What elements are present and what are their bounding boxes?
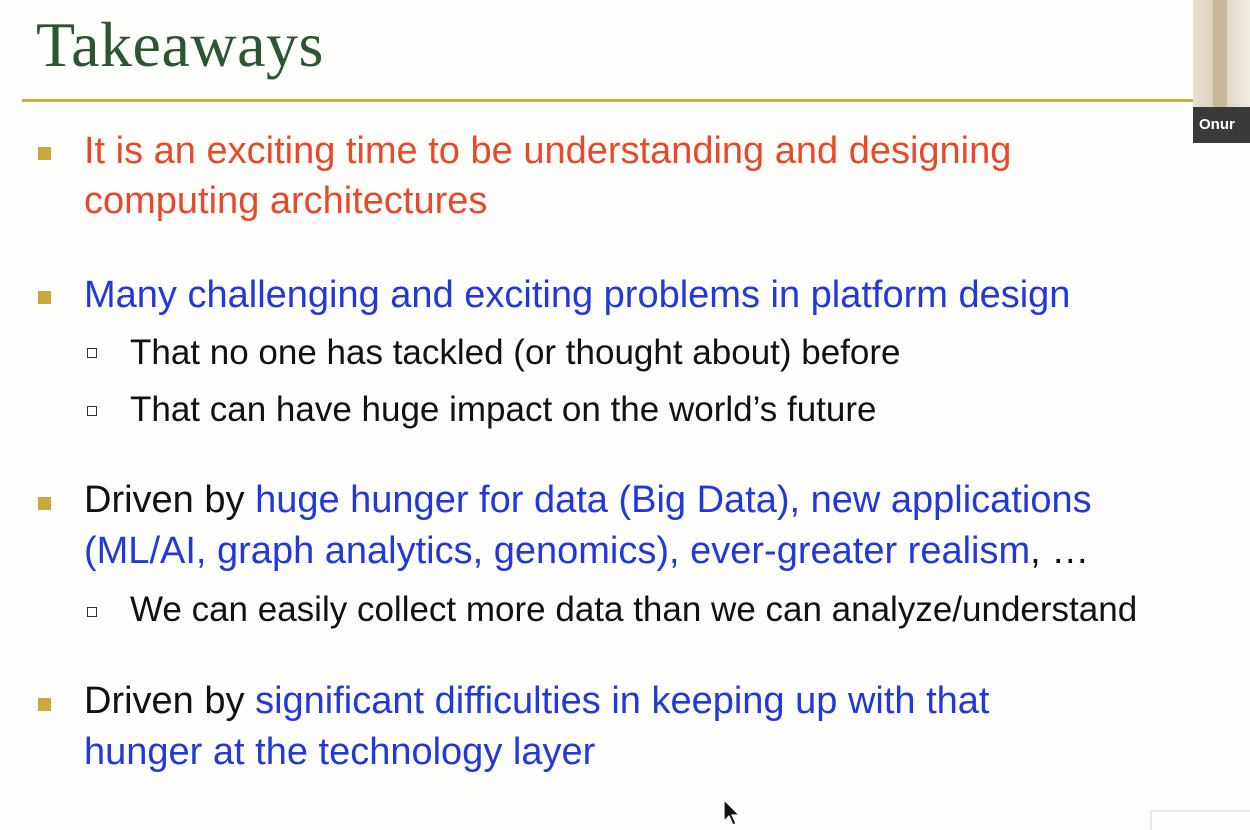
bullet-text: (ML/AI, graph analytics, genomics), ever… [84,530,1031,572]
bullet-text: huge hunger for data (Big Data), new app… [255,479,1092,521]
bullet-text: computing architectures [84,180,488,222]
bullet-3-line-1: Driven by huge hunger for data (Big Data… [84,478,1092,522]
bullet-text: Driven by [84,680,256,722]
presenter-name-label: Onur [1193,107,1250,143]
square-bullet-icon [38,291,51,304]
bullet-text: It is an exciting time to be understandi… [84,130,1012,172]
sub-bullet-text: That can have huge impact on the world’s… [130,390,877,429]
bullet-1-line-1: It is an exciting time to be understandi… [84,129,1011,173]
slide-title: Takeaways [36,9,324,80]
square-bullet-icon [38,497,51,510]
bullet-text: Driven by [84,479,256,521]
presenter-video-tile[interactable]: Onur [1193,0,1250,143]
bullet-2-line-1: Many challenging and exciting problems i… [84,273,1070,317]
slide: Takeaways It is an exciting time to be u… [0,0,1250,830]
sub-bullet-text: That no one has tackled (or thought abou… [130,333,901,372]
video-background [1213,0,1227,110]
title-divider [22,99,1197,102]
bullet-text: Many challenging and exciting problems i… [84,274,1071,316]
bullet-3-line-2: (ML/AI, graph analytics, genomics), ever… [84,529,1089,573]
bullet-text: hunger at the technology layer [84,731,596,773]
bullet-1-line-2: computing architectures [84,179,487,223]
bullet-text: significant difficulties in keeping up w… [255,680,990,722]
hollow-square-bullet-icon [87,348,97,358]
bullet-4-line-1: Driven by significant difficulties in ke… [84,679,989,723]
bullet-4-line-2: hunger at the technology layer [84,730,595,774]
bullet-text: , … [1030,530,1090,572]
hollow-square-bullet-icon [87,406,97,416]
watermark [1150,810,1250,830]
sub-bullet-text: We can easily collect more data than we … [130,590,1138,629]
mouse-pointer-icon [723,799,741,826]
hollow-square-bullet-icon [87,607,97,617]
square-bullet-icon [38,147,51,160]
square-bullet-icon [38,698,51,711]
